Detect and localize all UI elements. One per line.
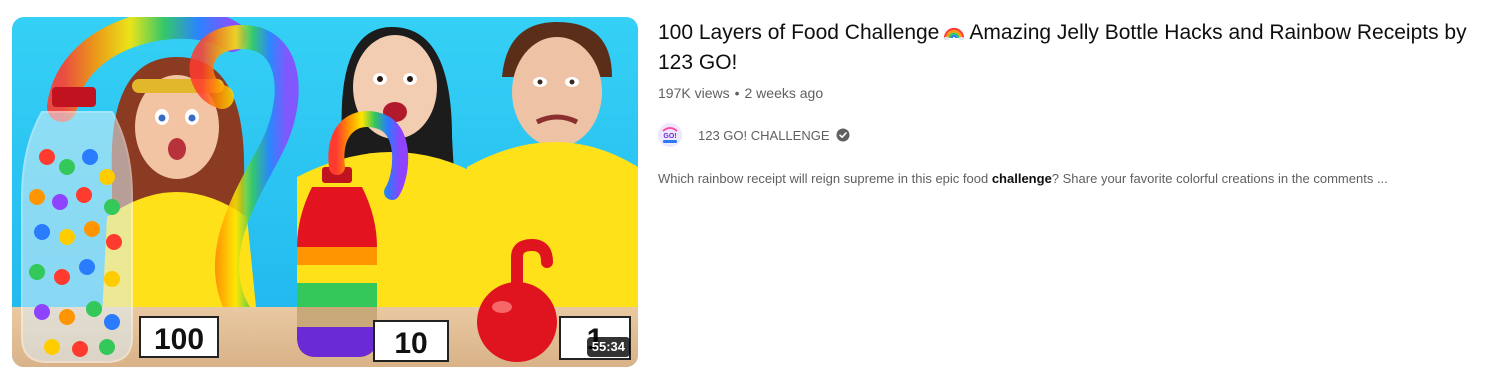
description-before: Which rainbow receipt will reign supreme…	[658, 171, 992, 186]
verified-check-icon	[836, 128, 849, 142]
video-description: Which rainbow receipt will reign supreme…	[658, 170, 1503, 188]
sign-100: 100	[139, 316, 219, 358]
upload-age: 2 weeks ago	[744, 85, 824, 101]
thumbnail-illustration: 100 10 1	[12, 17, 638, 367]
channel-link[interactable]: GO! 123 GO! CHALLENGE	[658, 122, 850, 148]
sign-100-text: 100	[154, 323, 204, 356]
description-highlight: challenge	[991, 171, 1052, 186]
person-right-figure	[467, 22, 638, 317]
video-thumbnail[interactable]: 100 10 1 55:34	[12, 17, 638, 367]
title-part1: 100 Layers of Food Challenge	[658, 21, 940, 44]
duration-badge: 55:34	[586, 337, 630, 357]
candy-bottle-left	[21, 87, 133, 363]
video-result[interactable]: 100 10 1 55:34 100 Layers of Food Challe…	[0, 0, 1511, 378]
channel-logo-icon: GO!	[658, 123, 682, 147]
description-after: ? Share your favorite colorful creations…	[1051, 171, 1388, 186]
sign-10-text: 10	[394, 327, 427, 360]
video-metadata: 197K views • 2 weeks ago	[658, 84, 823, 102]
channel-avatar[interactable]: GO!	[658, 123, 682, 147]
meta-separator: •	[734, 85, 740, 101]
sign-10: 10	[373, 320, 449, 362]
rainbow-emoji-icon	[943, 27, 965, 40]
video-title[interactable]: 100 Layers of Food Challenge Amazing Jel…	[658, 18, 1478, 78]
svg-text:GO!: GO!	[663, 133, 676, 140]
view-count: 197K views	[658, 85, 730, 101]
channel-name[interactable]: 123 GO! CHALLENGE	[698, 128, 830, 143]
